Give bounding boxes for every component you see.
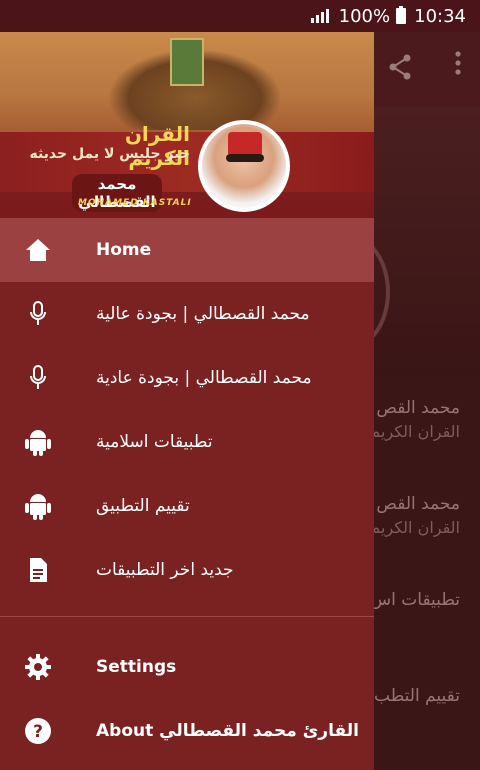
menu-divider xyxy=(0,616,374,617)
menu-item-about[interactable]: ? About القارئ محمد القصطالي xyxy=(0,699,374,763)
menu-item-new-apps[interactable]: جديد اخر التطبيقات xyxy=(0,538,374,602)
menu-item-label: محمد القصطالي | بجودة عالية xyxy=(96,304,310,324)
svg-text:?: ? xyxy=(33,722,43,742)
document-icon xyxy=(24,556,52,584)
menu-item-label: Settings xyxy=(96,657,177,677)
menu-item-label: تقييم التطبيق xyxy=(96,496,190,516)
menu-item-label: Home xyxy=(96,240,152,260)
home-icon xyxy=(24,236,52,264)
microphone-icon xyxy=(24,300,52,328)
menu-item-home[interactable]: Home xyxy=(0,218,374,282)
gear-icon xyxy=(24,653,52,681)
menu-item-rate-app[interactable]: تقييم التطبيق xyxy=(0,474,374,538)
battery-percent: 100% xyxy=(338,5,391,27)
navigation-drawer: القران الكريم خير جليس لا يمل حديثه محمد… xyxy=(0,32,374,770)
quran-book-image xyxy=(170,38,204,86)
menu-item-label: About القارئ محمد القصطالي xyxy=(96,721,359,741)
android-icon xyxy=(24,428,52,456)
status-bar: 100% 10:34 xyxy=(0,0,480,32)
header-subtitle: خير جليس لا يمل حديثه xyxy=(29,146,190,162)
android-icon xyxy=(24,492,52,520)
menu-item-label: محمد القصطالي | بجودة عادية xyxy=(96,368,312,388)
drawer-menu: Home محمد القصطالي | بجودة عالية محمد ال… xyxy=(0,218,374,763)
battery-icon xyxy=(396,6,407,24)
microphone-icon xyxy=(24,364,52,392)
menu-item-label: تطبيقات اسلامية xyxy=(96,432,213,452)
drawer-header: القران الكريم خير جليس لا يمل حديثه محمد… xyxy=(0,32,374,218)
reciter-avatar xyxy=(198,120,290,212)
menu-item-islamic-apps[interactable]: تطبيقات اسلامية xyxy=(0,410,374,474)
more-options-icon[interactable] xyxy=(454,50,462,83)
menu-item-label: جديد اخر التطبيقات xyxy=(96,560,234,580)
clock: 10:34 xyxy=(414,5,466,27)
menu-item-normal-quality[interactable]: محمد القصطالي | بجودة عادية xyxy=(0,346,374,410)
share-icon[interactable] xyxy=(388,54,412,87)
signal-icon xyxy=(310,9,329,23)
menu-item-high-quality[interactable]: محمد القصطالي | بجودة عالية xyxy=(0,282,374,346)
reciter-name-latin: MOHAMED KASTALI xyxy=(78,198,192,208)
help-icon: ? xyxy=(24,717,52,745)
menu-item-settings[interactable]: Settings xyxy=(0,635,374,699)
